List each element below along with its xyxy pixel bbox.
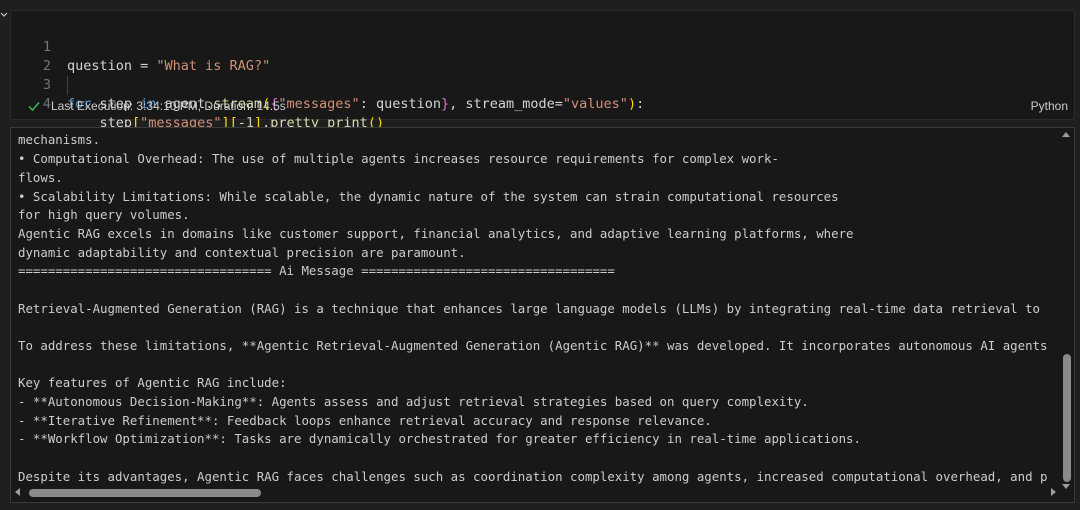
- output-line: Despite its advantages, Agentic RAG face…: [18, 469, 1048, 484]
- code-line-4: 4 step["messages"][-1].pretty_print(): [11, 76, 384, 131]
- output-line: flows.: [18, 170, 63, 185]
- output-line: for high query volumes.: [18, 207, 190, 222]
- output-line: • Computational Overhead: The use of mul…: [18, 151, 779, 166]
- check-icon: [28, 102, 40, 112]
- indent-guide: [67, 76, 68, 95]
- scroll-up-arrow-icon[interactable]: [1062, 132, 1070, 137]
- execution-status: Last Execution: 3:34:10 PM, Duration: 14…: [51, 99, 286, 113]
- vertical-scrollbar-thumb[interactable]: [1063, 354, 1071, 482]
- code-line-3: 3 for step in agent.stream({"messages": …: [11, 57, 644, 112]
- output-line: Key features of Agentic RAG include:: [18, 375, 287, 390]
- output-line: - **Workflow Optimization**: Tasks are d…: [18, 431, 861, 446]
- scroll-down-arrow-icon[interactable]: [1062, 484, 1070, 489]
- collapse-chevron-icon[interactable]: [0, 10, 8, 20]
- code-editor[interactable]: 1 question = "What is RAG?" 2 3 for step…: [11, 19, 1074, 131]
- horizontal-scrollbar-thumb[interactable]: [29, 489, 261, 497]
- cell-status-bar: Last Execution: 3:34:10 PM, Duration: 14…: [11, 97, 1074, 115]
- output-line: - **Iterative Refinement**: Feedback loo…: [18, 413, 712, 428]
- output-line: Agentic RAG excels in domains like custo…: [18, 226, 854, 241]
- output-line: ================================== Ai Me…: [18, 263, 615, 278]
- scroll-right-arrow-icon[interactable]: [1051, 488, 1056, 496]
- code-text: question = "What is RAG?": [67, 58, 271, 74]
- output-line: mechanisms.: [18, 132, 101, 147]
- code-cell[interactable]: 1 question = "What is RAG?" 2 3 for step…: [10, 10, 1075, 131]
- cell-output[interactable]: mechanisms. • Computational Overhead: Th…: [10, 127, 1075, 503]
- output-line: - **Autonomous Decision-Making**: Agents…: [18, 394, 809, 409]
- output-line: • Scalability Limitations: While scalabl…: [18, 189, 839, 204]
- output-line: To address these limitations, **Agentic …: [18, 338, 1048, 353]
- code-line-1: 1 question = "What is RAG?": [11, 19, 270, 74]
- scroll-left-arrow-icon[interactable]: [15, 488, 20, 496]
- language-selector[interactable]: Python: [1031, 97, 1068, 115]
- output-line: Retrieval-Augmented Generation (RAG) is …: [18, 301, 1040, 316]
- output-line: dynamic adaptability and contextual prec…: [18, 245, 466, 260]
- code-line-2: 2: [11, 38, 60, 74]
